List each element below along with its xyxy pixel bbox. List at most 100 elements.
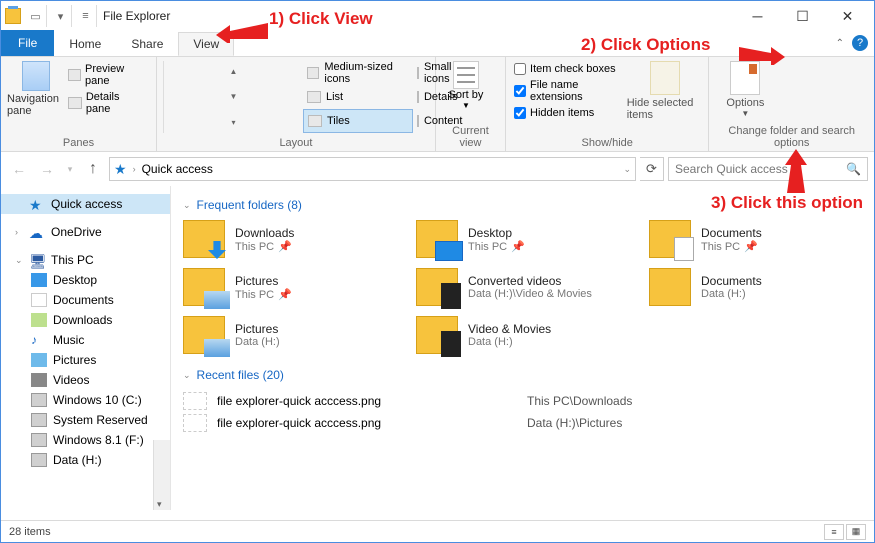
folder-item[interactable]: Converted videosData (H:)\Video & Movies [416, 268, 629, 306]
details-pane-button[interactable]: Details pane [68, 91, 146, 115]
navigation-pane-button[interactable]: Navigation pane [7, 61, 64, 135]
folder-item[interactable]: DesktopThis PC📌 [416, 220, 629, 258]
tree-drive-c[interactable]: Windows 10 (C:) [1, 390, 170, 410]
navigation-pane-icon [22, 61, 50, 91]
tab-home[interactable]: Home [54, 32, 116, 56]
details-view-button[interactable]: ≡ [824, 524, 844, 540]
file-row[interactable]: file explorer-quick acccess.pngThis PC\D… [183, 390, 862, 412]
sort-by-button[interactable]: Sort by ▼ [442, 61, 490, 123]
folder-icon [183, 316, 225, 354]
search-icon: 🔍 [846, 162, 861, 176]
address-bar[interactable]: ★ › Quick access ⌄ [109, 157, 636, 181]
layout-list[interactable]: List [303, 85, 413, 109]
group-panes: Navigation pane Preview pane Details pan… [1, 57, 157, 151]
tree-drive-f[interactable]: Windows 8.1 (F:) [1, 430, 170, 450]
file-icon [183, 414, 207, 432]
file-row[interactable]: file explorer-quick acccess.pngData (H:)… [183, 412, 862, 434]
folder-item[interactable]: DownloadsThis PC📌 [183, 220, 396, 258]
quick-access-toolbar: ▭ ▾ ≡ [25, 5, 97, 27]
tree-drive-h[interactable]: Data (H:) [1, 450, 170, 470]
quick-access-star-icon: ★ [114, 161, 127, 178]
tree-drive-sys[interactable]: System Reserved [1, 410, 170, 430]
ribbon: Navigation pane Preview pane Details pan… [1, 57, 874, 152]
tree-pictures[interactable]: Pictures [1, 350, 170, 370]
help-icon[interactable]: ? [852, 35, 868, 51]
address-bar-row: ← → ▾ ↑ ★ › Quick access ⌄ ⟳ Search Quic… [1, 152, 874, 186]
preview-pane-button[interactable]: Preview pane [68, 63, 146, 87]
tree-videos[interactable]: Videos [1, 370, 170, 390]
hide-selected-icon [650, 61, 680, 95]
frequent-folders-header[interactable]: ⌄Frequent folders (8) [183, 198, 862, 212]
layout-medium-icons[interactable]: Medium-sized icons [303, 61, 413, 85]
qat-new-folder-icon[interactable]: ▾ [50, 5, 72, 27]
group-options: Options ▼ Change folder and search optio… [709, 57, 874, 151]
group-layout: Medium-sized icons Small icons ▲▼▾ List … [157, 57, 436, 151]
status-bar: 28 items ≡ ▦ [1, 520, 874, 542]
tab-view[interactable]: View [178, 32, 234, 56]
refresh-button[interactable]: ⟳ [640, 157, 664, 181]
sort-icon [453, 61, 479, 89]
folder-item[interactable]: DocumentsData (H:) [649, 268, 862, 306]
tree-desktop[interactable]: Desktop [1, 270, 170, 290]
folder-icon [183, 220, 225, 258]
folder-item[interactable]: DocumentsThis PC📌 [649, 220, 862, 258]
content-pane[interactable]: ⌄Frequent folders (8) DownloadsThis PC📌 … [171, 186, 874, 510]
maximize-button[interactable]: ☐ [780, 2, 825, 30]
recent-locations-button[interactable]: ▾ [63, 157, 77, 181]
tree-downloads[interactable]: Downloads [1, 310, 170, 330]
folder-icon [649, 220, 691, 258]
folder-icon [649, 268, 691, 306]
details-pane-icon [68, 97, 82, 109]
folder-icon [416, 220, 458, 258]
group-show-hide: Item check boxes File name extensions Hi… [506, 57, 709, 151]
options-icon [730, 61, 760, 95]
ribbon-tabs: File Home Share View ⌃ ? [1, 31, 874, 57]
layout-tiles[interactable]: Tiles [303, 109, 413, 133]
layout-details[interactable]: Details [413, 85, 429, 109]
hidden-items-toggle[interactable]: Hidden items [514, 107, 625, 119]
folder-icon [183, 268, 225, 306]
tree-scrollbar[interactable] [153, 440, 170, 510]
large-icons-view-button[interactable]: ▦ [846, 524, 866, 540]
tree-documents[interactable]: Documents [1, 290, 170, 310]
up-button[interactable]: ↑ [81, 157, 105, 181]
navigation-tree[interactable]: ★Quick access ›☁OneDrive ⌄🖥This PC Deskt… [1, 186, 171, 510]
forward-button[interactable]: → [35, 157, 59, 181]
layout-small-icons[interactable]: Small icons [413, 61, 429, 85]
back-button[interactable]: ← [7, 157, 31, 181]
titlebar: ▭ ▾ ≡ File Explorer ─ ☐ ✕ [1, 1, 874, 31]
group-current-view: Sort by ▼ Current view [436, 57, 506, 151]
tree-onedrive[interactable]: ›☁OneDrive [1, 222, 170, 242]
preview-pane-icon [68, 69, 81, 81]
options-button[interactable]: Options ▼ [715, 61, 775, 123]
folder-item[interactable]: PicturesThis PC📌 [183, 268, 396, 306]
file-icon [183, 392, 207, 410]
minimize-ribbon-icon[interactable]: ⌃ [836, 38, 844, 49]
tab-file[interactable]: File [1, 30, 54, 56]
folder-icon [416, 316, 458, 354]
recent-files-header[interactable]: ⌄Recent files (20) [183, 368, 862, 382]
folder-icon [416, 268, 458, 306]
minimize-button[interactable]: ─ [735, 2, 780, 30]
close-button[interactable]: ✕ [825, 2, 870, 30]
tree-music[interactable]: ♪Music [1, 330, 170, 350]
search-box[interactable]: Search Quick access 🔍 [668, 157, 868, 181]
tree-this-pc[interactable]: ⌄🖥This PC [1, 250, 170, 270]
main-area: ★Quick access ›☁OneDrive ⌄🖥This PC Deskt… [1, 186, 874, 510]
qat-properties-icon[interactable]: ▭ [25, 5, 47, 27]
tree-quick-access[interactable]: ★Quick access [1, 194, 170, 214]
folder-item[interactable]: Video & MoviesData (H:) [416, 316, 629, 354]
file-extensions-toggle[interactable]: File name extensions [514, 79, 625, 103]
layout-content[interactable]: Content [413, 109, 429, 133]
folder-item[interactable]: PicturesData (H:) [183, 316, 396, 354]
tab-share[interactable]: Share [116, 32, 178, 56]
address-dropdown-icon[interactable]: ⌄ [623, 164, 631, 175]
hide-selected-button[interactable]: Hide selected items [627, 61, 703, 135]
item-count: 28 items [9, 526, 51, 538]
app-icon [5, 8, 21, 24]
change-folder-options[interactable]: Change folder and search options [715, 123, 868, 151]
window-title: File Explorer [103, 9, 170, 23]
qat-customize-icon[interactable]: ≡ [75, 5, 97, 27]
window-controls: ─ ☐ ✕ [735, 2, 870, 30]
item-checkboxes-toggle[interactable]: Item check boxes [514, 63, 625, 75]
